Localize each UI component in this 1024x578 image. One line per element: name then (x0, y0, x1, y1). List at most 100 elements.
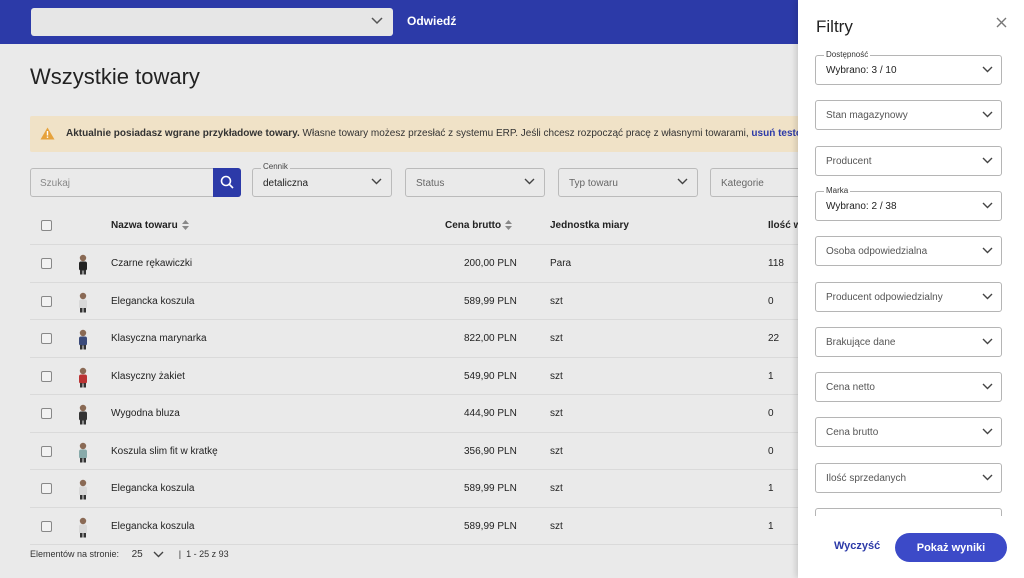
chevron-down-icon (982, 474, 993, 481)
chevron-down-icon (982, 66, 993, 73)
table-row[interactable]: Klasyczna marynarka 822,00 PLN szt 22 (30, 320, 800, 358)
product-unit: szt (550, 520, 563, 532)
row-checkbox[interactable] (41, 370, 52, 382)
table-row[interactable]: Elegancka koszula 589,99 PLN szt 1 (30, 470, 800, 508)
chevron-down-icon (982, 247, 993, 254)
product-thumbnail (79, 479, 87, 500)
product-name[interactable]: Wygodna bluza (111, 395, 180, 432)
product-price: 356,90 PLN (464, 445, 517, 457)
product-qty: 1 (768, 370, 774, 382)
drawer-filter-select[interactable]: Brakujące dane (815, 326, 1002, 357)
clear-button[interactable]: Wyczyść (834, 540, 880, 552)
search-input[interactable]: Szukaj (30, 168, 241, 197)
column-price-label: Cena brutto (445, 220, 502, 231)
product-name[interactable]: Czarne rękawiczki (111, 245, 192, 282)
row-checkbox[interactable] (41, 333, 52, 344)
sort-icon (181, 220, 189, 231)
categories-label: Kategorie (721, 178, 764, 189)
product-name[interactable]: Klasyczna marynarka (111, 320, 207, 357)
drawer-filter-value: Producent (826, 155, 872, 167)
select-all-checkbox[interactable] (41, 220, 52, 231)
product-name[interactable]: Elegancka koszula (111, 470, 194, 507)
drawer-filter-select[interactable]: Producent (815, 145, 1002, 176)
drawer-filter-value: Wybrano: 3 / 10 (826, 65, 897, 76)
drawer-filter-label: Marka (824, 185, 851, 195)
row-checkbox[interactable] (41, 295, 52, 307)
status-select[interactable]: Status (405, 168, 545, 197)
product-thumbnail (79, 329, 87, 350)
chevron-down-icon (982, 293, 993, 299)
drawer-filter-value: Cena brutto (826, 427, 879, 439)
product-unit: szt (550, 333, 563, 344)
table-row[interactable]: Koszula slim fit w kratkę 356,90 PLN szt 0 (30, 433, 800, 470)
table-row[interactable]: Elegancka koszula 589,99 PLN szt 1 (30, 508, 800, 545)
drawer-filter-value: Cena netto (826, 382, 875, 394)
row-checkbox[interactable] (41, 483, 52, 494)
page-range: | 1 - 25 z 93 (178, 549, 229, 559)
product-unit: szt (550, 445, 563, 457)
drawer-filter-select[interactable]: Marka Wybrano: 2 / 38 (815, 185, 1002, 221)
product-name[interactable]: Elegancka koszula (111, 508, 194, 545)
drawer-footer: Wyczyść Pokaż wyniki (798, 516, 1024, 578)
drawer-filter-value: Ilość sprzedanych (826, 472, 907, 484)
chevron-down-icon (982, 428, 993, 435)
product-name[interactable]: Elegancka koszula (111, 283, 194, 320)
chevron-down-icon (371, 17, 383, 25)
product-price: 589,99 PLN (464, 295, 517, 307)
close-icon[interactable] (996, 17, 1007, 28)
show-results-button[interactable]: Pokaż wyniki (895, 533, 1007, 562)
table-row[interactable]: Wygodna bluza 444,90 PLN szt 0 (30, 395, 800, 433)
pricelist-select[interactable]: Cennik detaliczna (252, 162, 392, 197)
pricelist-label: Cennik (261, 162, 290, 171)
table-row[interactable]: Klasyczny żakiet 549,90 PLN szt 1 (30, 358, 800, 395)
row-checkbox[interactable] (41, 445, 52, 457)
product-price: 549,90 PLN (464, 370, 517, 382)
drawer-filter-select[interactable]: Cena brutto (815, 417, 1002, 448)
product-unit: szt (550, 295, 563, 307)
row-checkbox[interactable] (41, 520, 52, 532)
table-header: Nazwa towaru Cena brutto Jednostka miary… (30, 207, 801, 245)
product-qty: 0 (768, 445, 774, 457)
page-range-text: 1 - 25 z 93 (186, 549, 229, 559)
product-name[interactable]: Koszula slim fit w kratkę (111, 433, 218, 470)
product-price: 589,99 PLN (464, 520, 517, 532)
per-page-select[interactable]: 25 (132, 549, 143, 560)
product-unit: szt (550, 408, 563, 419)
drawer-filter-select[interactable]: Cena netto (815, 372, 1002, 403)
row-checkbox[interactable] (41, 258, 52, 269)
product-price: 589,99 PLN (464, 483, 517, 494)
visit-link[interactable]: Odwiedź (407, 14, 456, 28)
chevron-down-icon (982, 383, 993, 390)
column-name-header[interactable]: Nazwa towaru (111, 207, 189, 244)
drawer-filter-select[interactable]: Osoba odpowiedzialna (815, 236, 1002, 267)
product-thumbnail (79, 254, 87, 275)
product-price: 444,90 PLN (464, 408, 517, 419)
filters-row: Szukaj Cennik detaliczna Status Typ towa… (30, 162, 820, 198)
product-thumbnail (79, 292, 87, 312)
product-qty: 22 (768, 333, 780, 344)
product-type-select[interactable]: Typ towaru (558, 168, 698, 197)
product-thumbnail (79, 404, 87, 425)
table-row[interactable]: Elegancka koszula 589,99 PLN szt 0 (30, 283, 800, 320)
site-select[interactable] (31, 8, 393, 36)
drawer-filter-select[interactable]: Ilość sprzedanych (815, 462, 1002, 493)
column-price-header[interactable]: Cena brutto (445, 207, 513, 244)
chevron-down-icon (982, 111, 993, 118)
column-unit-header: Jednostka miary (550, 220, 629, 231)
drawer-filter-select[interactable]: Producent odpowiedzialny (815, 281, 1002, 312)
search-button[interactable] (213, 168, 241, 197)
drawer-filter-select[interactable]: Stan magazynowy (815, 100, 1002, 131)
row-checkbox[interactable] (41, 408, 52, 419)
chevron-down-icon (982, 157, 993, 164)
product-name[interactable]: Klasyczny żakiet (111, 358, 185, 395)
per-page-label: Elementów na stronie: (30, 549, 120, 559)
product-qty: 1 (768, 520, 774, 532)
drawer-filter-select[interactable]: Dostępność Wybrano: 3 / 10 (815, 50, 1002, 85)
products-table: Nazwa towaru Cena brutto Jednostka miary… (30, 207, 801, 545)
chevron-down-icon[interactable] (153, 551, 164, 558)
product-qty: 0 (768, 295, 774, 307)
drawer-filter-value: Producent odpowiedzialny (826, 291, 943, 303)
chevron-down-icon (677, 178, 688, 185)
table-row[interactable]: Czarne rękawiczki 200,00 PLN Para 118 (30, 245, 800, 283)
info-banner: Aktualnie posiadasz wgrane przykładowe t… (30, 116, 810, 152)
